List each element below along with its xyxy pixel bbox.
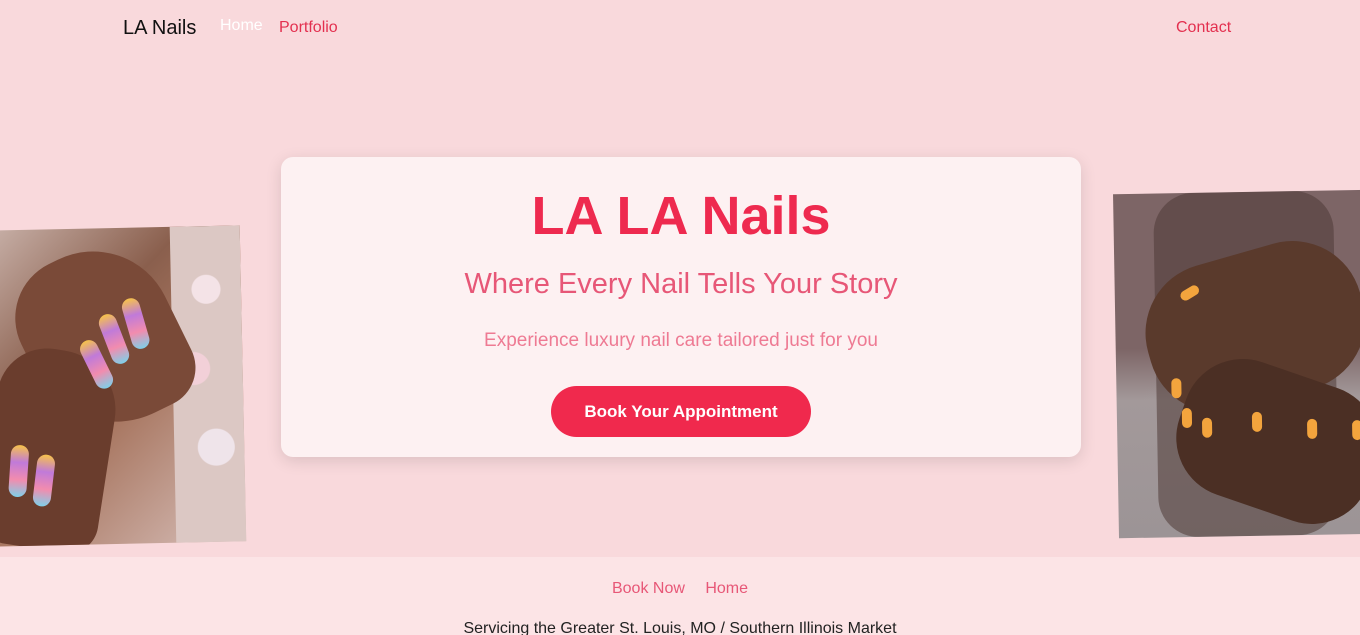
footer-link-home[interactable]: Home xyxy=(705,580,748,597)
brand-logo-link[interactable]: LA Nails xyxy=(123,17,196,40)
nail-shape xyxy=(1251,411,1263,432)
nail-art-photo-left xyxy=(0,225,247,547)
nail-shape xyxy=(1171,378,1182,399)
footer-links: Book Now Home xyxy=(0,580,1360,598)
nail-shape xyxy=(1306,418,1318,439)
nail-shape xyxy=(1201,417,1213,438)
service-area-text: Servicing the Greater St. Louis, MO / So… xyxy=(463,620,897,635)
nail-shape xyxy=(8,444,30,498)
nail-shape xyxy=(1181,407,1193,429)
top-navigation: LA Nails Home Portfolio Contact xyxy=(0,0,1360,56)
hero-title: LA LA Nails xyxy=(531,186,831,246)
nav-link-portfolio[interactable]: Portfolio xyxy=(279,19,338,37)
hero-tagline: Experience luxury nail care tailored jus… xyxy=(484,330,878,351)
book-appointment-button[interactable]: Book Your Appointment xyxy=(551,386,811,437)
hero-subtitle: Where Every Nail Tells Your Story xyxy=(464,268,898,300)
footer-link-book-now[interactable]: Book Now xyxy=(612,580,685,597)
nail-shape xyxy=(1351,419,1360,441)
footer: Book Now Home Servicing the Greater St. … xyxy=(0,557,1360,635)
hero-card: LA LA Nails Where Every Nail Tells Your … xyxy=(281,157,1081,457)
nail-art-photo-right xyxy=(1113,189,1360,539)
nav-link-home[interactable]: Home xyxy=(220,17,263,35)
nav-link-contact[interactable]: Contact xyxy=(1176,19,1231,37)
